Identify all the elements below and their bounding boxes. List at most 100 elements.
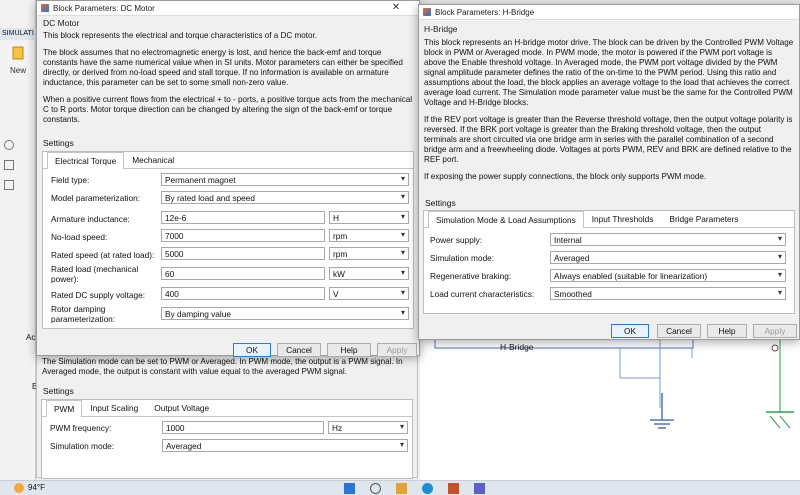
regenerative-braking-label: Regenerative braking:	[430, 271, 512, 281]
load-current-select[interactable]: Smoothed	[550, 287, 786, 300]
desc-paragraph: If the REV port voltage is greater than …	[424, 115, 793, 164]
tab-output-voltage[interactable]: Output Voltage	[146, 399, 217, 416]
h-bridge-tabs: Simulation Mode & Load Assumptions Input…	[424, 211, 794, 228]
cancel-button[interactable]: Cancel	[277, 343, 321, 357]
model-parameterization-select[interactable]: By rated load and speed	[161, 191, 409, 204]
dc-motor-group-title: DC Motor	[43, 18, 80, 28]
tab-bridge-parameters[interactable]: Bridge Parameters	[661, 210, 746, 227]
canvas-wiring	[434, 337, 794, 429]
desc-paragraph: If exposing the power supply connections…	[424, 172, 707, 181]
tab-input-thresholds[interactable]: Input Thresholds	[584, 210, 662, 227]
dc-motor-tabs: Electrical Torque Mechanical	[43, 152, 413, 169]
rated-speed-unit[interactable]: rpm	[329, 247, 409, 260]
close-icon[interactable]: ✕	[389, 2, 403, 15]
rated-supply-label: Rated DC supply voltage:	[51, 290, 146, 300]
model-canvas[interactable]: H-Bridge	[420, 337, 800, 480]
desc-paragraph: This block represents an H-bridge motor …	[424, 38, 794, 107]
rated-load-label: Rated load (mechanical power):	[51, 264, 138, 284]
power-supply-select[interactable]: Internal	[550, 233, 786, 246]
weather-text: 94°F	[28, 483, 45, 492]
power-supply-label: Power supply:	[430, 235, 483, 245]
help-button[interactable]: Help	[327, 343, 371, 357]
taskbar: 94°F	[0, 480, 800, 495]
pwm-frequency-unit[interactable]: Hz	[328, 421, 408, 434]
ok-button[interactable]: OK	[233, 343, 271, 357]
tab-simulation-mode[interactable]: Simulation Mode & Load Assumptions	[428, 211, 584, 228]
rated-speed-input[interactable]: 5000	[161, 247, 325, 260]
dc-motor-description: This block represents the electrical and…	[43, 31, 415, 132]
rated-load-label-line2: power):	[51, 273, 79, 284]
armature-inductance-unit[interactable]: H	[329, 211, 409, 224]
dc-motor-settings-panel: Electrical Torque Mechanical Field type:…	[42, 151, 414, 329]
pwm-frequency-label: PWM frequency:	[50, 423, 112, 433]
dc-motor-title: Block Parameters: DC Motor	[53, 3, 155, 13]
dc-motor-settings-label: Settings	[43, 138, 74, 148]
pwm-frequency-input[interactable]: 1000	[162, 421, 324, 434]
matlab-taskbar-icon[interactable]	[448, 483, 459, 494]
pwm-mode-label: Simulation mode:	[50, 441, 115, 451]
hb-simulation-mode-label: Simulation mode:	[430, 253, 495, 263]
field-type-label: Field type:	[51, 175, 90, 185]
h-bridge-title: Block Parameters: H-Bridge	[435, 7, 535, 17]
desc-paragraph: This block represents the electrical and…	[43, 31, 317, 40]
arrow-icon[interactable]	[4, 180, 14, 190]
hb-simulation-mode-select[interactable]: Averaged	[550, 251, 786, 264]
browser-icon[interactable]	[422, 483, 433, 494]
dc-motor-titlebar: Block Parameters: DC Motor	[37, 1, 419, 16]
hb-help-button[interactable]: Help	[707, 324, 747, 338]
h-bridge-titlebar: Block Parameters: H-Bridge	[419, 5, 799, 20]
pwm-tabs: PWM Input Scaling Output Voltage	[42, 400, 412, 417]
h-bridge-settings-label: Settings	[425, 198, 456, 208]
rated-load-input[interactable]: 60	[161, 267, 325, 280]
rotor-damping-label-line2: parameterization:	[51, 313, 116, 324]
fit-icon[interactable]	[4, 160, 14, 170]
tab-mechanical[interactable]: Mechanical	[124, 151, 182, 168]
pwm-settings-panel: PWM Input Scaling Output Voltage PWM fre…	[41, 399, 413, 479]
weather-icon	[14, 483, 24, 493]
tab-electrical-torque[interactable]: Electrical Torque	[47, 152, 125, 169]
rated-supply-unit[interactable]: V	[329, 287, 409, 300]
search-icon[interactable]	[370, 483, 381, 494]
hb-ok-button[interactable]: OK	[611, 324, 649, 338]
desc-paragraph: When a positive current flows from the e…	[43, 95, 413, 124]
pwm-mode-select[interactable]: Averaged	[162, 439, 408, 452]
pwm-description: The Simulation mode can be set to PWM or…	[42, 357, 403, 376]
zoom-icon[interactable]	[4, 140, 14, 150]
h-bridge-description: This block represents an H-bridge motor …	[424, 38, 796, 189]
regenerative-braking-select[interactable]: Always enabled (suitable for linearizati…	[550, 269, 786, 282]
model-parameterization-label: Model parameterization:	[51, 193, 141, 203]
folder-icon[interactable]	[396, 483, 407, 494]
rated-load-unit[interactable]: kW	[329, 267, 409, 280]
armature-inductance-label: Armature inductance:	[51, 214, 130, 224]
matlab-icon	[41, 4, 49, 12]
field-type-select[interactable]: Permanent magnet	[161, 173, 409, 186]
pwm-settings-label: Settings	[43, 386, 74, 396]
pwm-dialog: The Simulation mode can be set to PWM or…	[36, 354, 418, 479]
rotor-damping-label: Rotor damping parameterization:	[51, 304, 116, 324]
tab-input-scaling[interactable]: Input Scaling	[82, 399, 146, 416]
rated-supply-input[interactable]: 400	[161, 287, 325, 300]
no-load-speed-unit[interactable]: rpm	[329, 229, 409, 242]
start-icon[interactable]	[344, 483, 355, 494]
no-load-speed-input[interactable]: 7000	[161, 229, 325, 242]
rated-speed-label: Rated speed (at rated load):	[51, 250, 155, 260]
left-label-ac: Ac	[26, 333, 36, 342]
canvas-block-label: H-Bridge	[500, 342, 534, 352]
load-current-label: Load current characteristics:	[430, 289, 535, 299]
dc-motor-dialog: Block Parameters: DC Motor ✕ DC Motor Th…	[36, 0, 420, 357]
h-bridge-dialog: Block Parameters: H-Bridge H-Bridge This…	[418, 4, 800, 340]
no-load-speed-label: No-load speed:	[51, 232, 108, 242]
matlab-icon	[423, 8, 431, 16]
teams-icon[interactable]	[474, 483, 485, 494]
h-bridge-settings-panel: Simulation Mode & Load Assumptions Input…	[423, 210, 795, 314]
armature-inductance-input[interactable]: 12e-6	[161, 211, 325, 224]
hb-apply-button[interactable]: Apply	[753, 324, 797, 338]
rotor-damping-select[interactable]: By damping value	[161, 307, 409, 320]
new-icon[interactable]	[4, 46, 32, 62]
h-bridge-group-title: H-Bridge	[424, 24, 458, 34]
hb-cancel-button[interactable]: Cancel	[657, 324, 701, 338]
new-button[interactable]: New	[4, 66, 32, 75]
tab-pwm[interactable]: PWM	[46, 400, 83, 417]
apply-button[interactable]: Apply	[377, 343, 417, 357]
desc-paragraph: The block assumes that no electromagneti…	[43, 48, 403, 87]
